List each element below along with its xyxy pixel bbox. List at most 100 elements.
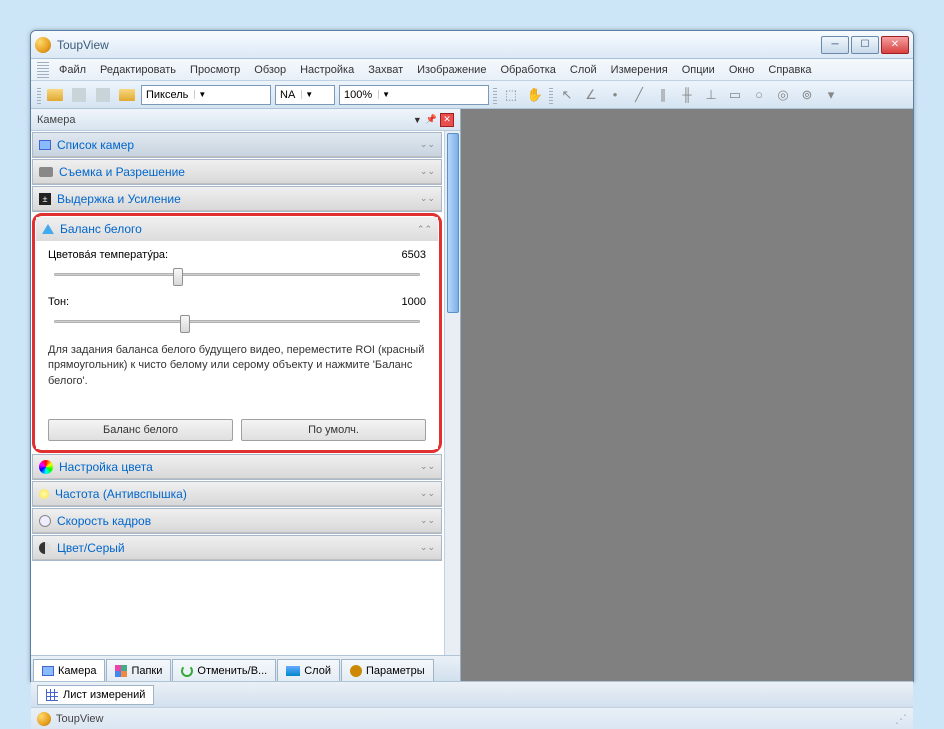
wb-help-text: Для задания баланса белого будущего виде… [48, 343, 426, 389]
menu-process[interactable]: Обработка [494, 61, 561, 79]
bulb-icon [39, 489, 49, 499]
default-button[interactable]: По умолч. [241, 419, 426, 441]
menu-window[interactable]: Окно [723, 61, 761, 79]
acc-gray[interactable]: Цвет/Серый⌄⌄ [33, 536, 441, 560]
quicksave-button[interactable] [93, 85, 113, 105]
menu-image[interactable]: Изображение [411, 61, 492, 79]
chevrons-down-icon: ⌄⌄ [420, 461, 435, 472]
scrollbar-thumb[interactable] [447, 133, 459, 313]
point-button[interactable]: • [605, 85, 625, 105]
toolbar-grip2[interactable] [493, 86, 497, 104]
menu-measure[interactable]: Измерения [605, 61, 674, 79]
side-panel: Камера ▼ 📌 ✕ Список камер⌄⌄ Съемка и Раз… [31, 109, 461, 681]
hand-button[interactable]: ✋ [525, 85, 545, 105]
browse-button[interactable] [117, 85, 137, 105]
acc-capture[interactable]: Съемка и Разрешение ⌄⌄ [33, 160, 441, 184]
toolbar-grip3[interactable] [549, 86, 553, 104]
maximize-button[interactable]: ☐ [851, 36, 879, 54]
circle2-button[interactable]: ◎ [773, 85, 793, 105]
tab-layer[interactable]: Слой [277, 659, 340, 681]
circle-button[interactable]: ○ [749, 85, 769, 105]
app-icon [37, 712, 51, 726]
line-button[interactable]: ╱ [629, 85, 649, 105]
na-value: NA [280, 89, 295, 101]
panel-scrollbar[interactable] [444, 131, 460, 655]
menubar-grip[interactable] [37, 62, 49, 78]
open-button[interactable] [45, 85, 65, 105]
bottom-bar: Лист измерений [31, 681, 913, 707]
menu-layer[interactable]: Слой [564, 61, 603, 79]
zoom-select[interactable]: 100%▼ [339, 85, 489, 105]
camera-tab-icon [42, 666, 54, 676]
panel-menu-button[interactable]: ▼ [413, 115, 422, 125]
chevrons-down-icon: ⌄⌄ [420, 488, 435, 499]
app-icon [35, 37, 51, 53]
chevron-down-icon: ▼ [301, 90, 313, 99]
folder-open-icon [47, 89, 63, 101]
tone-slider[interactable] [48, 311, 426, 331]
acc-exposure[interactable]: ±Выдержка и Усиление⌄⌄ [33, 187, 441, 211]
acc-frequency[interactable]: Частота (Антивспышка) ⌄⌄ [33, 482, 441, 506]
ring-button[interactable]: ⊚ [797, 85, 817, 105]
na-select[interactable]: NA ▼ [275, 85, 335, 105]
acc-label: Съемка и Разрешение [59, 165, 185, 179]
chevrons-down-icon: ⌄⌄ [420, 166, 435, 177]
pointer-button[interactable]: ↖ [557, 85, 577, 105]
acc-camera-list[interactable]: Список камер⌄⌄ [33, 133, 441, 157]
angle-button[interactable]: ∠ [581, 85, 601, 105]
rect-button[interactable]: ▭ [725, 85, 745, 105]
half-circle-icon [39, 542, 51, 554]
doubleline-button[interactable]: ╫ [677, 85, 697, 105]
menu-help[interactable]: Справка [762, 61, 817, 79]
acc-speed[interactable]: Скорость кадров⌄⌄ [33, 509, 441, 533]
menu-edit[interactable]: Редактировать [94, 61, 182, 79]
chevron-down-icon: ▼ [194, 90, 206, 99]
prism-icon [42, 224, 54, 234]
save-button[interactable] [69, 85, 89, 105]
minimize-button[interactable]: ─ [821, 36, 849, 54]
menu-file[interactable]: Файл [53, 61, 92, 79]
resize-grip[interactable]: ⋰ [895, 712, 907, 726]
acc-white-balance[interactable]: Баланс белого ⌃⌃ [36, 217, 438, 241]
status-text: ToupView [56, 713, 104, 725]
panel-title: Камера [37, 114, 75, 126]
clock-icon [39, 515, 51, 527]
tab-undo[interactable]: Отменить/В... [172, 659, 276, 681]
unit-value: Пиксель [146, 89, 188, 101]
perp-button[interactable]: ⊥ [701, 85, 721, 105]
temperature-slider[interactable] [48, 264, 426, 284]
undo-icon [181, 665, 193, 677]
titlebar[interactable]: ToupView ─ ☐ ✕ [31, 31, 913, 59]
panel-close-button[interactable]: ✕ [440, 113, 454, 127]
tab-label: Лист измерений [63, 689, 145, 701]
acc-label: Частота (Антивспышка) [55, 487, 187, 501]
toolbar: Пиксель ▼ NA ▼ 100%▼ ⬚ ✋ ↖ ∠ • ╱ ∥ ╫ ⊥ ▭ ○… [31, 81, 913, 109]
acc-color[interactable]: Настройка цвета⌄⌄ [33, 455, 441, 479]
panel-pin-button[interactable]: 📌 [426, 114, 437, 125]
chevrons-down-icon: ⌄⌄ [420, 193, 435, 204]
monitor-icon [39, 140, 51, 150]
tab-params[interactable]: Параметры [341, 659, 434, 681]
menu-capture[interactable]: Захват [362, 61, 409, 79]
tab-folders[interactable]: Папки [106, 659, 171, 681]
acc-label: Выдержка и Усиление [57, 192, 181, 206]
temperature-label: Цветова́я температу́ра: [48, 249, 168, 261]
toolbar-grip[interactable] [37, 86, 41, 104]
gear-icon [350, 665, 362, 677]
close-button[interactable]: ✕ [881, 36, 909, 54]
statusbar: ToupView ⋰ [31, 707, 913, 729]
tab-label: Параметры [366, 665, 425, 677]
menu-browse[interactable]: Обзор [248, 61, 292, 79]
menu-setup[interactable]: Настройка [294, 61, 360, 79]
track-button[interactable]: ⬚ [501, 85, 521, 105]
parallel-button[interactable]: ∥ [653, 85, 673, 105]
chevrons-down-icon: ⌄⌄ [420, 515, 435, 526]
tab-measurements[interactable]: Лист измерений [37, 685, 154, 705]
menu-view[interactable]: Просмотр [184, 61, 246, 79]
unit-select[interactable]: Пиксель ▼ [141, 85, 271, 105]
more-button[interactable]: ▾ [821, 85, 841, 105]
save-icon [72, 88, 86, 102]
menu-options[interactable]: Опции [676, 61, 721, 79]
white-balance-button[interactable]: Баланс белого [48, 419, 233, 441]
tab-camera[interactable]: Камера [33, 659, 105, 681]
